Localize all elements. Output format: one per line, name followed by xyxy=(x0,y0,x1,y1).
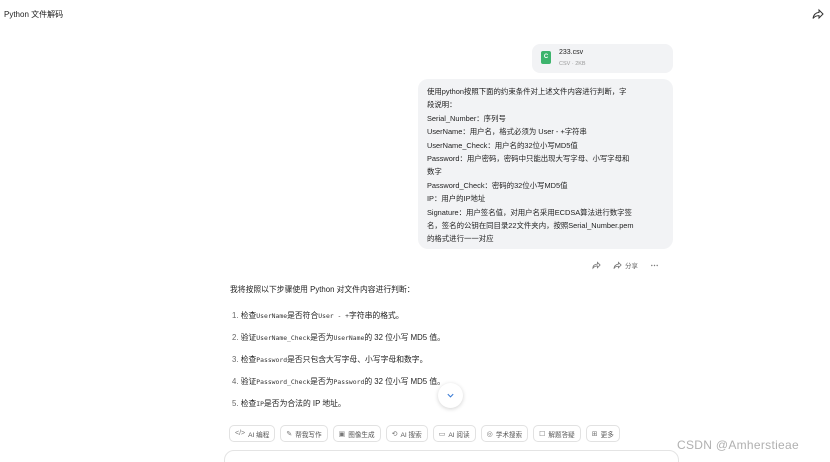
question-icon: ☐ xyxy=(539,430,546,438)
forward-button[interactable] xyxy=(592,260,601,270)
tool-ai-coding[interactable]: </> AI 编程 xyxy=(229,425,276,442)
share-button[interactable]: 分享 xyxy=(613,260,638,270)
user-message-line: 数字 xyxy=(427,167,442,177)
code-icon: </> xyxy=(235,430,246,437)
conversation-title: Python 文件解码 xyxy=(4,10,64,19)
user-message-line: UserName_Check：用户名的32位小写MD5值 xyxy=(427,140,578,150)
step-item: 4. 验证Password_Check是否为Password的 32 位小写 M… xyxy=(232,377,445,386)
search-icon: ⟲ xyxy=(391,430,398,438)
more-icon xyxy=(651,264,658,266)
inline-code: Password xyxy=(333,378,365,386)
academic-icon: ◎ xyxy=(486,430,493,438)
user-message: 使用python按照下面的约束条件对上述文件内容进行判断，字 段说明： Seri… xyxy=(418,79,673,249)
csv-file-icon: C xyxy=(541,51,551,64)
share-label: 分享 xyxy=(625,263,638,270)
user-message-line: UserName：用户名，格式必须为 User - +字符串 xyxy=(427,127,587,137)
book-icon: ▭ xyxy=(438,430,446,438)
tool-image-generation[interactable]: ▣ 图像生成 xyxy=(332,425,381,442)
tool-more[interactable]: ⊞ 更多 xyxy=(585,425,620,442)
top-bar: Python 文件解码 xyxy=(0,0,830,28)
user-message-line: 的格式进行一一对应 xyxy=(427,234,494,244)
inline-code: Password xyxy=(256,356,288,364)
user-message-line: IP：用户的IP地址 xyxy=(427,194,486,204)
inline-code: User - + xyxy=(318,312,350,320)
step-item: 3. 检查Password是否只包含大写字母、小写字母和数字。 xyxy=(232,355,428,364)
message-actions: 分享 xyxy=(592,258,659,272)
watermark: CSDN @Amherstieae xyxy=(677,438,799,452)
step-item: 5. 检查IP是否为合法的 IP 地址。 xyxy=(232,399,346,408)
chat-input[interactable] xyxy=(224,450,679,462)
image-icon: ▣ xyxy=(338,430,346,438)
tool-problem-solving[interactable]: ☐ 解题答疑 xyxy=(533,425,581,442)
user-message-line: Signature：用户签名值，对用户名采用ECDSA算法进行数字签 xyxy=(427,207,632,217)
user-message-line: Password_Check：密码的32位小写MD5值 xyxy=(427,180,568,190)
user-message-line: 名，签名的公钥在同目录22文件夹内，按照Serial_Number.pem xyxy=(427,221,634,231)
attachment-card[interactable]: C 233.csv CSV · 2KB xyxy=(532,44,673,73)
tool-ai-reading[interactable]: ▭ AI 阅读 xyxy=(432,425,476,442)
pen-icon: ✎ xyxy=(286,430,293,438)
quick-tools-bar: </> AI 编程 ✎ 帮我写作 ▣ 图像生成 ⟲ AI 搜索 ▭ AI 阅读 ◎ 学术搜索… xyxy=(229,425,620,442)
user-message-line: Serial_Number：序列号 xyxy=(427,113,506,123)
grid-icon: ⊞ xyxy=(591,430,598,438)
inline-code: IP xyxy=(256,400,264,408)
step-item: 1. 检查UserName是否符合User - +字符串的格式。 xyxy=(232,311,404,320)
user-message-line: 段说明： xyxy=(427,100,457,110)
inline-code: UserName_Check xyxy=(256,334,311,342)
scroll-to-bottom-button[interactable] xyxy=(438,383,463,408)
inline-code: UserName xyxy=(333,334,365,342)
tool-ai-search[interactable]: ⟲ AI 搜索 xyxy=(385,425,428,442)
user-message-line: Password：用户密码，密码中只能出现大写字母、小写字母和 xyxy=(427,154,630,164)
answer-intro: 我将按照以下步骤使用 Python 对文件内容进行判断： xyxy=(230,285,415,294)
user-message-line: 使用python按照下面的约束条件对上述文件内容进行判断，字 xyxy=(427,87,627,96)
forward-icon xyxy=(592,260,601,269)
inline-code: Password_Check xyxy=(256,378,311,386)
attachment-meta: CSV · 2KB xyxy=(559,61,586,67)
tool-academic-search[interactable]: ◎ 学术搜索 xyxy=(480,425,529,442)
chevron-down-icon xyxy=(447,393,454,398)
share-icon xyxy=(613,260,622,269)
tool-writing[interactable]: ✎ 帮我写作 xyxy=(280,425,328,442)
inline-code: UserName xyxy=(256,312,288,320)
more-button[interactable] xyxy=(650,261,659,270)
step-item: 2. 验证UserName_Check是否为UserName的 32 位小写 M… xyxy=(232,333,445,342)
attachment-name: 233.csv xyxy=(559,49,584,56)
share-icon[interactable] xyxy=(812,8,824,20)
